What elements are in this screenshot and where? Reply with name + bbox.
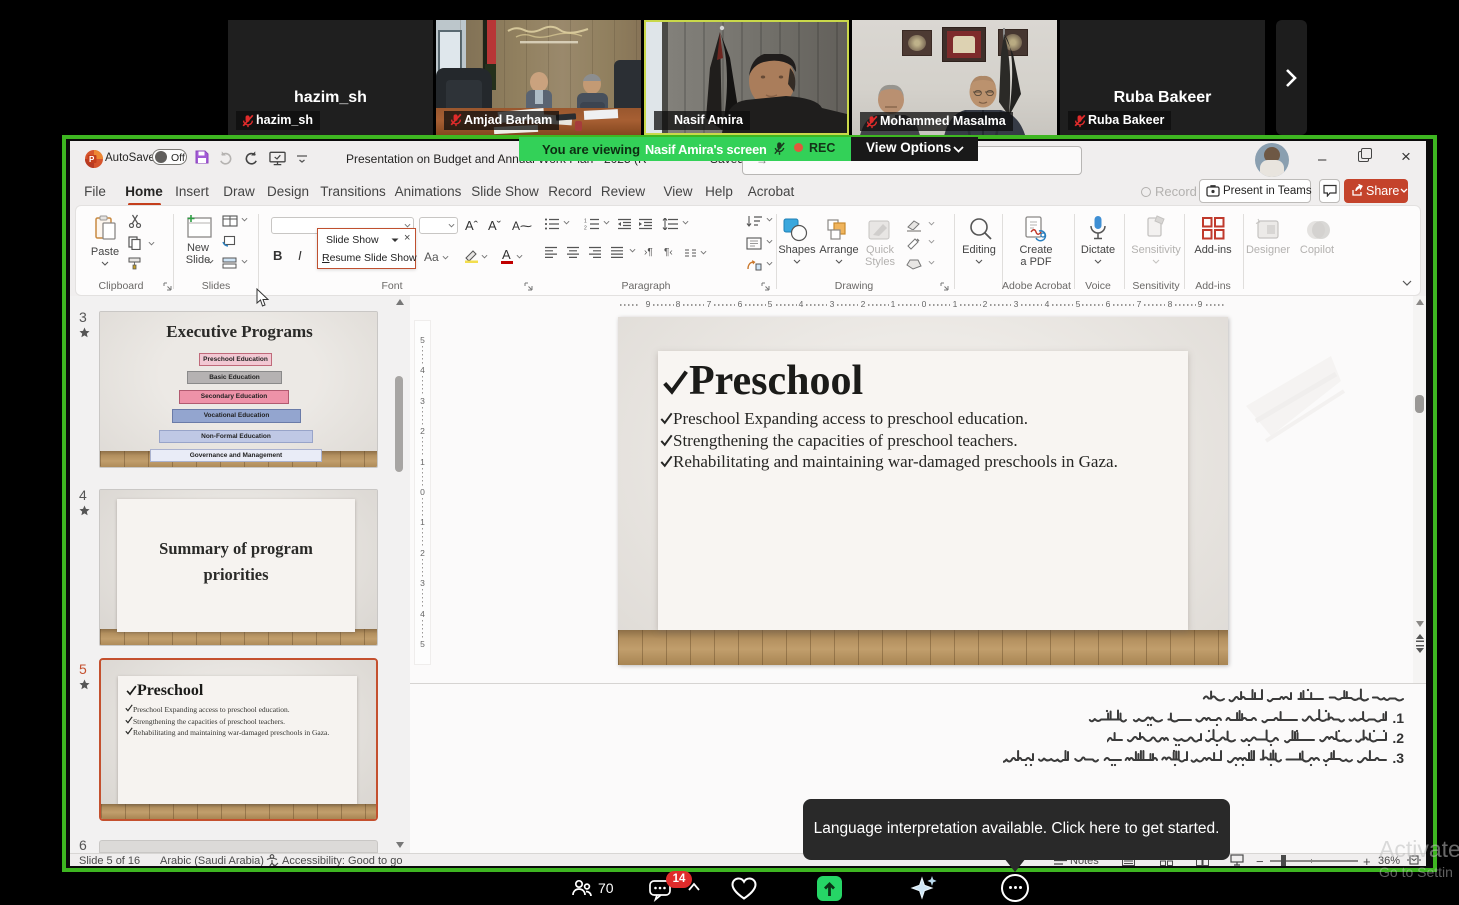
svg-text:.1: .1 <box>1392 710 1404 726</box>
svg-text:.2: .2 <box>1392 730 1404 746</box>
svg-text:1: 1 <box>584 219 587 225</box>
svg-text:P: P <box>89 155 95 164</box>
svg-text:.3: .3 <box>1392 750 1404 766</box>
svg-text:2: 2 <box>584 226 587 231</box>
